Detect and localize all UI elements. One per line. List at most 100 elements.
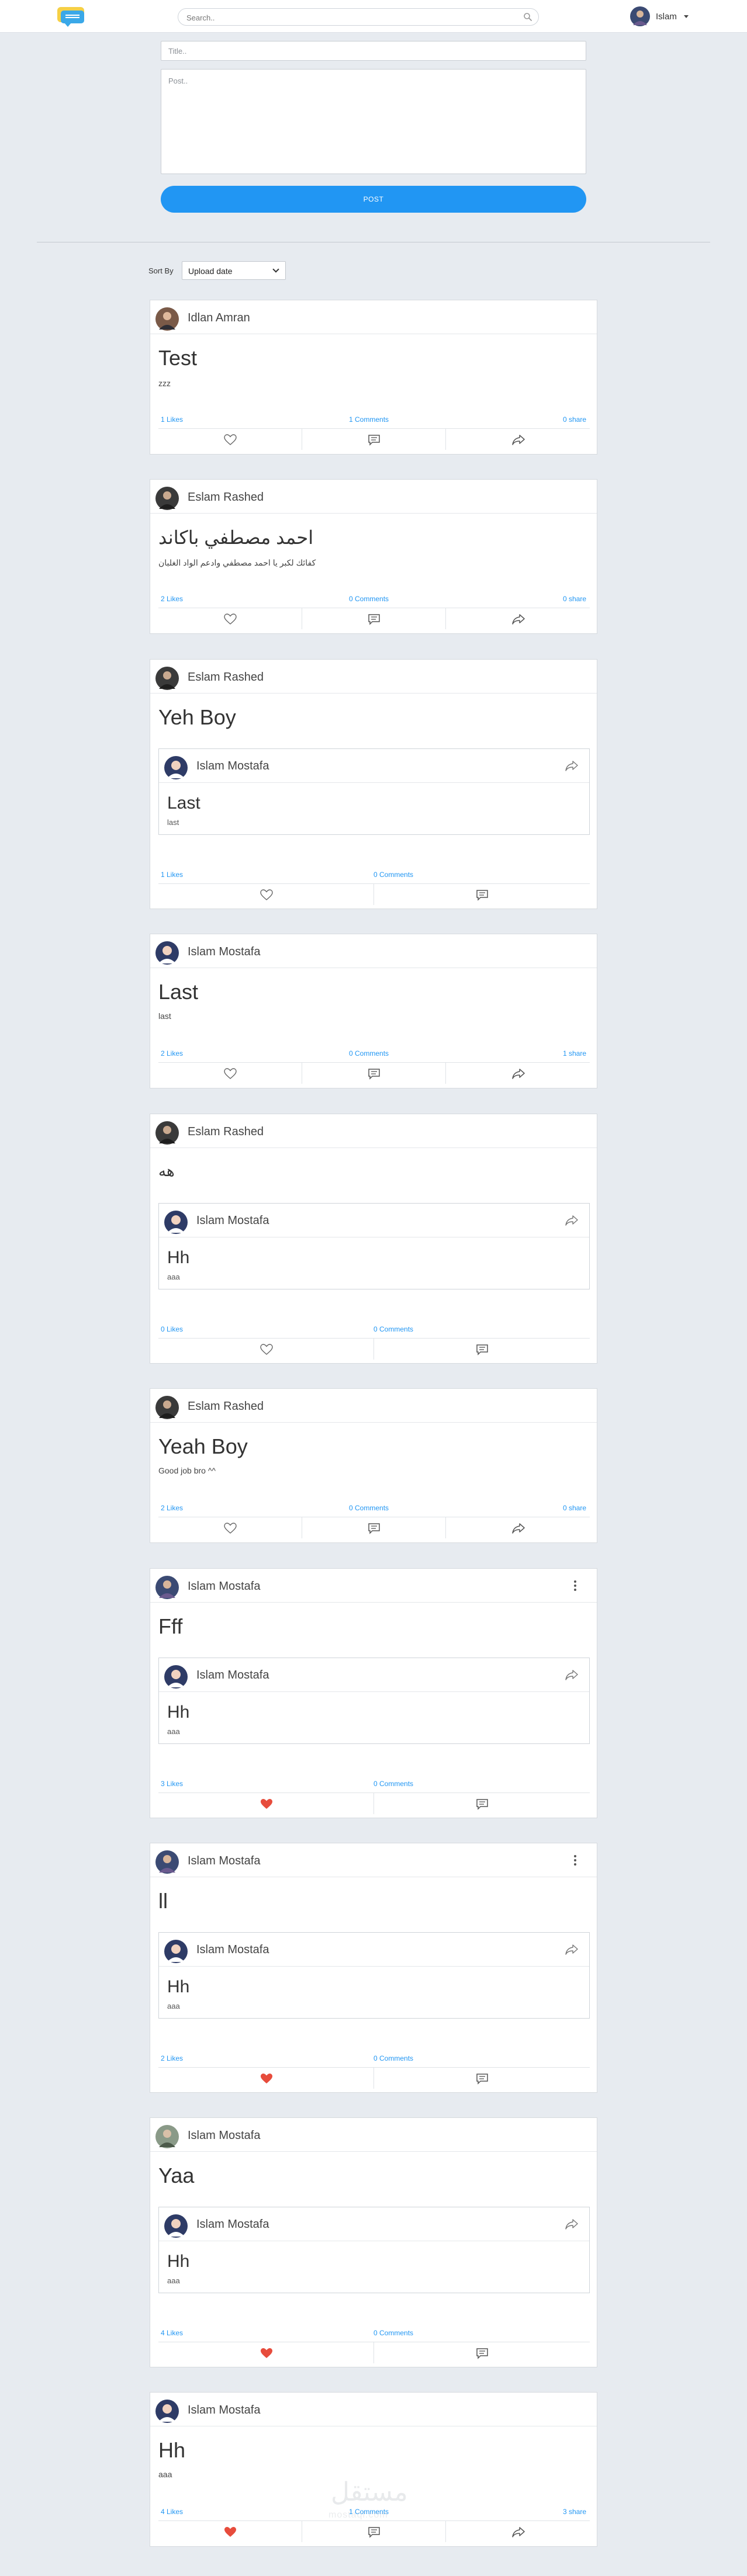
shared-author[interactable]: Islam Mostafa (196, 1214, 269, 1228)
author-avatar[interactable] (155, 307, 179, 331)
comments-count[interactable]: 0 Comments (374, 2329, 413, 2337)
likes-count[interactable]: 1 Likes (161, 871, 183, 879)
author-avatar[interactable] (155, 2125, 179, 2148)
shared-post[interactable]: Islam Mostafa Hh aaa (158, 2207, 590, 2293)
comments-count[interactable]: 0 Comments (349, 595, 389, 603)
share-button[interactable] (446, 608, 590, 629)
likes-count[interactable]: 0 Likes (161, 1325, 183, 1333)
shared-post[interactable]: Islam Mostafa Hh aaa (158, 1932, 590, 2019)
comment-button[interactable] (302, 2521, 446, 2542)
like-button[interactable] (158, 1339, 374, 1360)
comments-count[interactable]: 0 Comments (374, 1780, 413, 1788)
sort-select[interactable]: Upload date (182, 261, 286, 280)
shares-count[interactable]: 0 share (563, 415, 586, 424)
shares-count[interactable]: 0 share (563, 595, 586, 603)
comments-count[interactable]: 0 Comments (374, 1325, 413, 1333)
comment-button[interactable] (374, 1793, 590, 1814)
comment-button[interactable] (374, 2068, 590, 2089)
likes-count[interactable]: 2 Likes (161, 1504, 183, 1512)
shared-post[interactable]: Islam Mostafa Hh aaa (158, 1203, 590, 1289)
author-avatar[interactable] (155, 1396, 179, 1419)
like-button[interactable] (158, 429, 302, 450)
author-avatar[interactable] (155, 1850, 179, 1874)
comments-count[interactable]: 0 Comments (349, 1049, 389, 1058)
comment-button[interactable] (374, 2342, 590, 2363)
likes-count[interactable]: 1 Likes (161, 415, 183, 424)
post-author[interactable]: Eslam Rashed (188, 671, 264, 684)
shared-post[interactable]: Islam Mostafa Last last (158, 748, 590, 835)
comments-count[interactable]: 0 Comments (349, 1504, 389, 1512)
share-button[interactable] (446, 1517, 590, 1538)
likes-count[interactable]: 2 Likes (161, 595, 183, 603)
share-button[interactable] (446, 2521, 590, 2542)
post-author[interactable]: Islam Mostafa (188, 2404, 260, 2417)
shared-author-avatar[interactable] (164, 1940, 188, 1963)
like-button[interactable] (158, 884, 374, 905)
comment-button[interactable] (302, 429, 446, 450)
shares-count[interactable]: 0 share (563, 1504, 586, 1512)
comments-count[interactable]: 0 Comments (374, 871, 413, 879)
user-menu[interactable]: Islam (630, 6, 694, 26)
post-title-input[interactable] (161, 41, 586, 61)
like-button[interactable] (158, 608, 302, 629)
likes-count[interactable]: 3 Likes (161, 1780, 183, 1788)
shared-author-avatar[interactable] (164, 756, 188, 779)
likes-count[interactable]: 4 Likes (161, 2329, 183, 2337)
post-body-textarea[interactable] (161, 69, 586, 174)
shares-count[interactable]: 3 share (563, 2508, 586, 2516)
comment-button[interactable] (374, 884, 590, 905)
shared-author[interactable]: Islam Mostafa (196, 1669, 269, 1682)
post-author[interactable]: Islam Mostafa (188, 1580, 260, 1593)
share-icon[interactable] (565, 2218, 579, 2231)
more-options-icon[interactable] (573, 1580, 577, 1592)
like-button[interactable] (158, 1517, 302, 1538)
share-icon[interactable] (565, 1943, 579, 1956)
comment-button[interactable] (374, 1339, 590, 1360)
shared-author[interactable]: Islam Mostafa (196, 2218, 269, 2231)
search-input[interactable] (186, 12, 514, 23)
author-avatar[interactable] (155, 487, 179, 510)
likes-count[interactable]: 4 Likes (161, 2508, 183, 2516)
post-author[interactable]: Idlan Amran (188, 311, 250, 325)
likes-count[interactable]: 2 Likes (161, 2054, 183, 2062)
like-button[interactable] (158, 2068, 374, 2089)
comments-count[interactable]: 1 Comments (349, 415, 389, 424)
like-button[interactable] (158, 1793, 374, 1814)
shared-author[interactable]: Islam Mostafa (196, 760, 269, 773)
author-avatar[interactable] (155, 941, 179, 965)
post-author[interactable]: Eslam Rashed (188, 1400, 264, 1413)
comment-button[interactable] (302, 608, 446, 629)
shared-author-avatar[interactable] (164, 2214, 188, 2238)
post-actions (158, 1062, 590, 1084)
author-avatar[interactable] (155, 667, 179, 690)
author-avatar[interactable] (155, 1576, 179, 1599)
share-icon[interactable] (565, 1669, 579, 1681)
search-icon[interactable] (523, 12, 532, 22)
post-author[interactable]: Eslam Rashed (188, 1125, 264, 1139)
share-button[interactable] (446, 1063, 590, 1084)
more-options-icon[interactable] (573, 1855, 577, 1867)
share-icon[interactable] (565, 760, 579, 772)
comment-button[interactable] (302, 1517, 446, 1538)
like-button[interactable] (158, 2521, 302, 2542)
submit-post-button[interactable]: POST (161, 186, 586, 213)
post-author[interactable]: Islam Mostafa (188, 1854, 260, 1868)
shares-count[interactable]: 1 share (563, 1049, 586, 1058)
shared-post[interactable]: Islam Mostafa Hh aaa (158, 1658, 590, 1744)
likes-count[interactable]: 2 Likes (161, 1049, 183, 1058)
post-author[interactable]: Islam Mostafa (188, 2129, 260, 2142)
post-author[interactable]: Eslam Rashed (188, 491, 264, 504)
share-icon[interactable] (565, 1214, 579, 1227)
comment-button[interactable] (302, 1063, 446, 1084)
app-logo[interactable] (56, 6, 88, 27)
post-author[interactable]: Islam Mostafa (188, 945, 260, 959)
comments-count[interactable]: 0 Comments (374, 2054, 413, 2062)
share-button[interactable] (446, 429, 590, 450)
like-button[interactable] (158, 2342, 374, 2363)
shared-author-avatar[interactable] (164, 1211, 188, 1234)
author-avatar[interactable] (155, 1121, 179, 1145)
shared-author-avatar[interactable] (164, 1665, 188, 1689)
like-button[interactable] (158, 1063, 302, 1084)
shared-author[interactable]: Islam Mostafa (196, 1943, 269, 1957)
author-avatar[interactable] (155, 2400, 179, 2423)
